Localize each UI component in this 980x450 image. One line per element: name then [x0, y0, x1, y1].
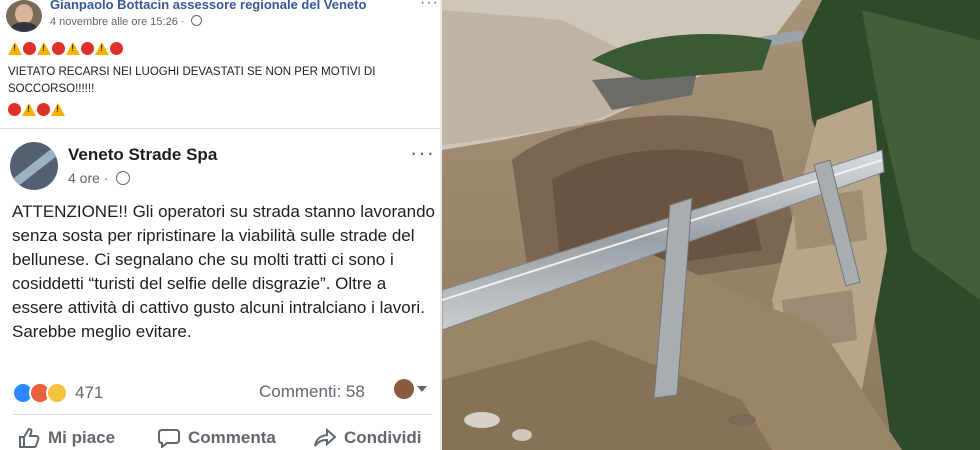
shared-post-message: ATTENZIONE!! Gli operatori su strada sta…: [12, 202, 435, 341]
divider: [12, 414, 432, 415]
comments-count[interactable]: Commenti: 58: [259, 382, 365, 402]
chevron-down-icon[interactable]: [417, 386, 427, 392]
emoji-line: [8, 103, 65, 116]
red-circle-icon: [37, 103, 50, 116]
page-avatar[interactable]: [10, 142, 58, 190]
landslide-photo: [442, 0, 980, 450]
globe-icon: [116, 171, 131, 185]
globe-icon: [190, 15, 202, 26]
warning-icon: [66, 42, 80, 55]
warning-icon: [37, 42, 51, 55]
warning-icon: [8, 42, 22, 55]
emoji-line: [8, 42, 123, 55]
shared-timestamp-text[interactable]: 4 ore: [68, 170, 100, 186]
comment-label: Commenta: [188, 428, 276, 447]
warning-icon: [51, 103, 65, 116]
post-message: VIETATO RECARSI NEI LUOGHI DEVASTATI SE …: [8, 66, 376, 95]
red-circle-icon: [81, 42, 94, 55]
comment-icon: [158, 429, 180, 448]
sad-reaction-icon: [46, 382, 68, 404]
timestamp-text[interactable]: 4 novembre alle ore 15:26: [50, 16, 178, 28]
red-circle-icon: [110, 42, 123, 55]
divider: [0, 128, 440, 129]
red-circle-icon: [52, 42, 65, 55]
red-circle-icon: [23, 42, 36, 55]
shared-page-name[interactable]: Veneto Strade Spa: [68, 145, 217, 165]
post-timestamp[interactable]: 4 novembre alle ore 15:26 ·: [50, 15, 202, 28]
more-options-icon[interactable]: ···: [420, 0, 439, 12]
comment-button[interactable]: Commenta: [158, 428, 276, 448]
warning-icon: [95, 42, 109, 55]
warning-icon: [22, 103, 36, 116]
viewer-avatar[interactable]: [394, 379, 414, 399]
author-avatar[interactable]: [6, 0, 42, 32]
red-circle-icon: [8, 103, 21, 116]
share-label: Condividi: [344, 428, 422, 447]
landslide-road-illustration: [442, 0, 980, 450]
shared-post-timestamp[interactable]: 4 ore ·: [68, 170, 131, 186]
reaction-count[interactable]: 471: [75, 383, 103, 403]
reactions-summary[interactable]: 471: [12, 382, 103, 404]
post-author-name[interactable]: Gianpaolo Bottacin assessore regionale d…: [50, 0, 366, 12]
share-button[interactable]: Condividi: [314, 428, 421, 448]
share-icon: [314, 428, 336, 447]
more-options-icon[interactable]: ···: [410, 140, 435, 166]
like-button[interactable]: Mi piace: [18, 428, 115, 448]
like-label: Mi piace: [48, 428, 116, 447]
facebook-post-panel: Gianpaolo Bottacin assessore regionale d…: [0, 0, 440, 450]
thumbs-up-icon: [19, 428, 40, 448]
